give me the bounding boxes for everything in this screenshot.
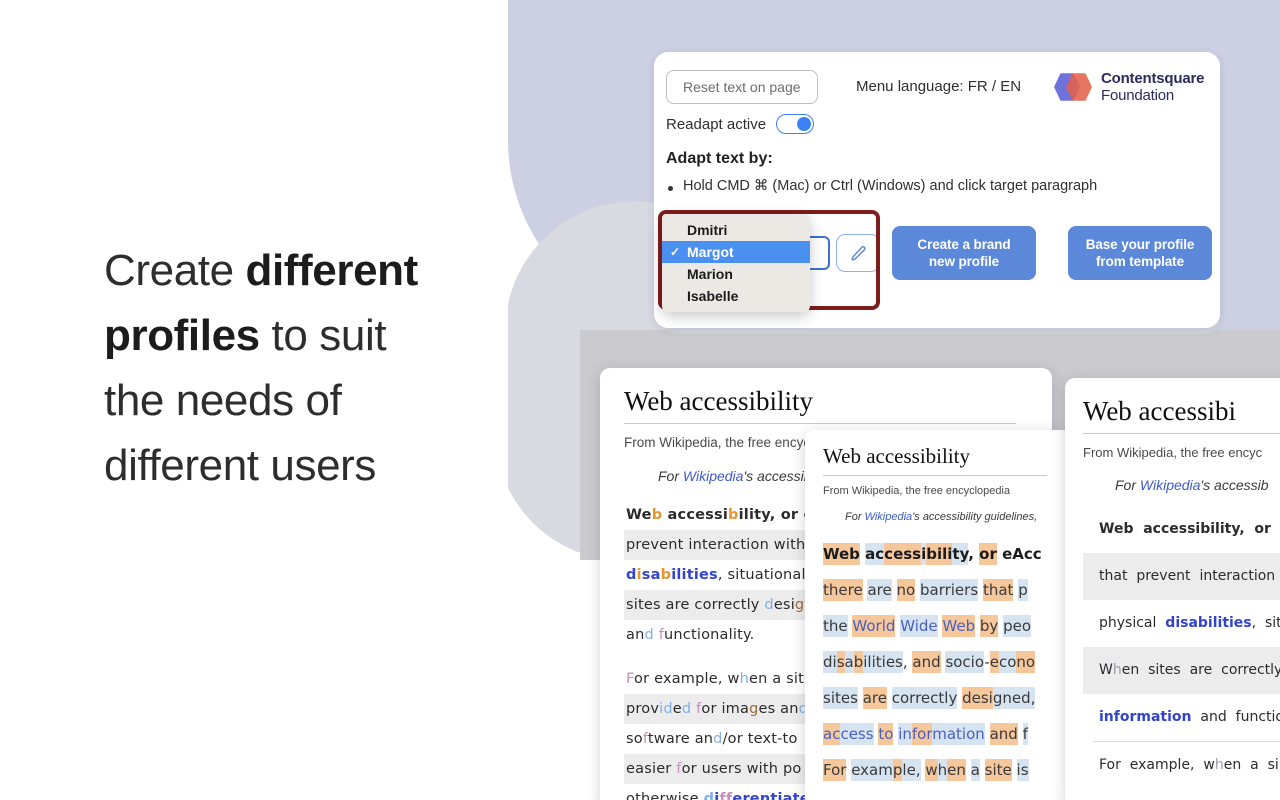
wiki-from-line: From Wikipedia, the free encyclopedia <box>823 485 1011 497</box>
wiki-title-rule <box>823 475 1047 476</box>
wiki-line: Web accessibility, or e <box>1099 521 1280 537</box>
wiki-line: When sites are correctly <box>1083 647 1280 694</box>
headline-part-1: Create <box>104 246 246 295</box>
adapt-text-by-heading: Adapt text by: <box>666 150 773 167</box>
wiki-title-rule <box>624 423 1016 424</box>
dropdown-option-label: Marion <box>687 266 733 282</box>
wiki-from-line: From Wikipedia, the free encyc <box>1083 445 1263 460</box>
wiki-line: information and functio <box>1099 709 1280 725</box>
wiki-line: physical disabilities, situ <box>1099 615 1280 631</box>
create-new-profile-line-2: new profile <box>928 254 1000 269</box>
headline-part-3: profiles <box>104 311 260 360</box>
bullet-dot-icon <box>668 186 673 191</box>
page-title: Create different profiles to suit the ne… <box>104 238 504 498</box>
profile-dropdown-menu[interactable]: Dmitri ✓ Margot Marion Isabelle <box>662 214 810 312</box>
wiki-line: sites are correctly designed, <box>823 687 1036 709</box>
wiki-hatnote-link[interactable]: Wikipedia <box>1140 477 1201 493</box>
dropdown-option-label: Dmitri <box>687 222 728 238</box>
logo-text: Contentsquare Foundation <box>1101 70 1204 104</box>
logo-line-2: Foundation <box>1101 87 1175 104</box>
readapt-active-label: Readapt active <box>666 115 767 133</box>
dropdown-option-isabelle[interactable]: Isabelle <box>662 285 810 307</box>
base-from-template-button[interactable]: Base your profile from template <box>1068 226 1212 280</box>
wiki-line: disabilities, and socio-econo <box>823 651 1036 673</box>
dropdown-option-dmitri[interactable]: Dmitri <box>662 219 810 241</box>
dropdown-option-margot[interactable]: ✓ Margot <box>662 241 810 263</box>
logo-line-1: Contentsquare <box>1101 70 1205 87</box>
dropdown-option-label: Margot <box>687 244 734 260</box>
profile-selector-row: Dmitri ✓ Margot Marion Isabelle Create a… <box>654 210 1220 312</box>
create-new-profile-button[interactable]: Create a brand new profile <box>892 226 1036 280</box>
create-new-profile-line-1: Create a brand <box>917 237 1011 252</box>
wiki-line: For example, when a si <box>1099 757 1279 773</box>
readapt-active-toggle[interactable] <box>776 114 815 134</box>
headline-part-2: different <box>245 246 419 295</box>
wiki-line: access to information and f <box>823 723 1028 745</box>
wiki-title: Web accessibility <box>823 444 971 468</box>
readapt-control-panel: Reset text on page Menu language: FR / E… <box>654 52 1220 328</box>
wiki-hatnote: For Wikipedia's accessibility guidelines… <box>845 511 1038 523</box>
wiki-hatnote-link[interactable]: Wikipedia <box>865 511 913 523</box>
base-from-template-line-2: from template <box>1096 254 1184 269</box>
wiki-line: For example, when a site is <box>823 759 1029 781</box>
wiki-hatnote: For Wikipedia's accessib <box>1115 477 1269 493</box>
base-from-template-line-1: Base your profile <box>1085 237 1195 252</box>
wiki-line: that prevent interaction <box>1083 553 1280 600</box>
dropdown-option-marion[interactable]: Marion <box>662 263 810 285</box>
headline-part-4: to suit <box>259 311 387 360</box>
wiki-line: Web accessibility, or eAcc <box>823 543 1042 565</box>
toggle-knob <box>797 116 812 131</box>
screenshot-root: Create different profiles to suit the ne… <box>0 0 1280 800</box>
wiki-preview-panel-2: Web accessibility From Wikipedia, the fr… <box>805 430 1075 800</box>
wiki-hatnote-link[interactable]: Wikipedia <box>683 468 744 484</box>
wiki-preview-panel-3: Web accessibi From Wikipedia, the free e… <box>1065 378 1280 800</box>
menu-language-label[interactable]: Menu language: FR / EN <box>856 78 1021 95</box>
wiki-line: there are no barriers that p <box>823 579 1028 601</box>
background-mask-bottom-left <box>508 560 600 800</box>
contentsquare-logo: Contentsquare Foundation <box>1054 68 1204 106</box>
adapt-instruction-item: Hold CMD ⌘ (Mac) or Ctrl (Windows) and c… <box>668 178 1097 194</box>
contentsquare-hexagon-icon <box>1054 68 1092 106</box>
check-icon: ✓ <box>670 245 681 259</box>
headline-part-5: the needs of <box>104 376 342 425</box>
wiki-body-3: Web accessibility, or e that prevent int… <box>1083 506 1280 789</box>
wiki-line: the World Wide Web by peo <box>823 615 1031 637</box>
dropdown-option-label: Isabelle <box>687 288 739 304</box>
readapt-active-row: Readapt active <box>666 114 815 134</box>
reset-text-button[interactable]: Reset text on page <box>666 70 818 104</box>
wiki-title: Web accessibility <box>624 386 814 416</box>
wiki-title: Web accessibi <box>1083 396 1237 426</box>
adapt-instruction-text: Hold CMD ⌘ (Mac) or Ctrl (Windows) and c… <box>683 178 1098 194</box>
headline-part-6: different users <box>104 441 377 490</box>
wiki-title-rule <box>1083 433 1280 434</box>
wiki-body-2: Web accessibility, or eAcc there are no … <box>823 536 1075 788</box>
